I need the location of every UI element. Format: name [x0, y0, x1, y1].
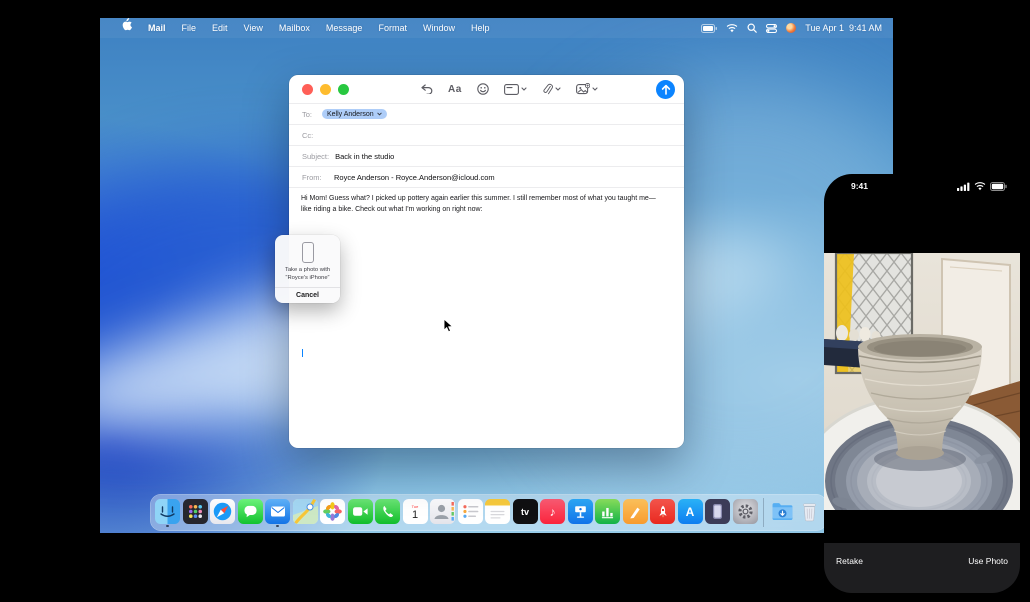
from-value: Royce Anderson - Royce.Anderson@icloud.c… [334, 173, 495, 182]
dock-item-safari[interactable] [210, 499, 235, 526]
dock-item-messages[interactable] [238, 499, 263, 526]
from-label: From: [302, 173, 328, 182]
cellular-signal-icon [957, 182, 970, 191]
appstore-glyph: A [686, 505, 695, 519]
undo-icon[interactable] [421, 84, 433, 94]
iphone-status-bar: 9:41 [824, 180, 1020, 194]
menu-item-app[interactable]: Mail [140, 18, 174, 38]
wifi-icon [974, 182, 986, 191]
dock-item-reminders[interactable] [458, 499, 483, 526]
menu-date[interactable]: Tue Apr 1 [805, 23, 844, 33]
dock-item-trash[interactable] [797, 499, 822, 526]
iphone-outline-icon [302, 242, 314, 263]
menu-item-help[interactable]: Help [463, 18, 498, 38]
apple-menu-icon[interactable] [113, 18, 140, 38]
cancel-button[interactable]: Cancel [275, 288, 340, 303]
menu-item-message[interactable]: Message [318, 18, 371, 38]
insert-photo-button[interactable] [576, 83, 598, 95]
to-field[interactable]: To: Kelly Anderson [289, 104, 684, 125]
dock-item-numbers[interactable] [595, 499, 620, 526]
menu-item-mailbox[interactable]: Mailbox [271, 18, 318, 38]
retake-button[interactable]: Retake [836, 556, 863, 566]
running-indicator [166, 525, 169, 528]
send-button[interactable] [656, 80, 675, 99]
dock-item-notes[interactable] [485, 499, 510, 526]
header-fields-button[interactable] [504, 84, 527, 95]
zoom-button[interactable] [338, 84, 349, 95]
dock-item-downloads[interactable] [770, 499, 795, 526]
calendar-day: 1 [412, 509, 418, 521]
mouse-cursor [443, 318, 454, 339]
dock-item-phone[interactable] [375, 499, 400, 526]
subject-label: Subject: [302, 152, 329, 161]
dock-item-photos[interactable] [320, 499, 345, 526]
menu-item-file[interactable]: File [174, 18, 205, 38]
menu-item-edit[interactable]: Edit [204, 18, 236, 38]
control-center-icon[interactable] [766, 24, 777, 33]
dock-item-maps[interactable] [293, 499, 318, 526]
desktop-wallpaper: Mail File Edit View Mailbox Message Form… [100, 18, 893, 533]
emoji-button[interactable] [477, 83, 489, 95]
window-titlebar: Aa [289, 75, 684, 103]
battery-icon[interactable] [701, 24, 717, 33]
dock-item-keynote[interactable] [568, 499, 593, 526]
camera-photo-pottery [824, 253, 1020, 510]
dock-item-iphone-mirroring[interactable] [705, 499, 730, 526]
message-body-text: Hi Mom! Guess what? I picked up pottery … [289, 188, 669, 221]
dock-item-contacts[interactable] [430, 499, 455, 526]
dock-item-launchpad[interactable] [183, 499, 208, 526]
battery-icon [990, 182, 1007, 191]
mail-compose-window: Aa [289, 75, 684, 448]
dock-item-finder[interactable] [155, 499, 180, 526]
close-button[interactable] [302, 84, 313, 95]
music-note-glyph: ♪ [550, 505, 556, 519]
dock-item-settings[interactable] [733, 499, 758, 526]
dock-item-mail[interactable] [265, 499, 290, 526]
dock-separator [763, 498, 764, 527]
from-field[interactable]: From: Royce Anderson - Royce.Anderson@ic… [289, 167, 684, 188]
search-icon[interactable] [747, 23, 757, 33]
cc-label: Cc: [302, 131, 316, 140]
dock: Tue 1 tv ♪ [150, 494, 827, 531]
dock-item-calendar[interactable]: Tue 1 [403, 499, 428, 526]
dock-item-music[interactable]: ♪ [540, 499, 565, 526]
dock-item-appstore[interactable]: A [678, 499, 703, 526]
camera-action-bar: Retake Use Photo [824, 543, 1020, 593]
wifi-icon[interactable] [726, 24, 738, 33]
to-label: To: [302, 110, 316, 119]
dock-item-tv[interactable]: tv [513, 499, 538, 526]
message-body-area[interactable]: Hi Mom! Guess what? I picked up pottery … [289, 188, 684, 221]
recipient-token[interactable]: Kelly Anderson [322, 109, 387, 119]
format-button[interactable]: Aa [448, 84, 462, 95]
continuity-camera-popover: Take a photo with “Royce's iPhone” Cance… [275, 235, 340, 303]
popover-line1: Take a photo with [285, 267, 330, 275]
subject-value: Back in the studio [335, 152, 394, 161]
subject-field[interactable]: Subject: Back in the studio [289, 146, 684, 167]
menu-item-view[interactable]: View [236, 18, 271, 38]
use-photo-button[interactable]: Use Photo [968, 556, 1008, 566]
user-avatar[interactable] [786, 23, 796, 33]
cc-field[interactable]: Cc: [289, 125, 684, 146]
recipient-name: Kelly Anderson [327, 111, 374, 118]
dock-item-facetime[interactable] [348, 499, 373, 526]
iphone-camera-screen: 9:41 [824, 174, 1020, 593]
screen: Mail File Edit View Mailbox Message Form… [0, 0, 1030, 602]
text-caret [302, 349, 303, 357]
iphone-clock: 9:41 [851, 181, 868, 191]
minimize-button[interactable] [320, 84, 331, 95]
tv-glyph: tv [521, 507, 529, 517]
menu-time[interactable]: 9:41 AM [849, 23, 882, 33]
running-indicator [276, 525, 279, 528]
popover-line2: “Royce's iPhone” [285, 275, 330, 283]
dock-item-pages[interactable] [623, 499, 648, 526]
menu-item-window[interactable]: Window [415, 18, 463, 38]
menu-bar: Mail File Edit View Mailbox Message Form… [100, 18, 893, 38]
attach-button[interactable] [542, 83, 561, 96]
dock-item-rocket[interactable] [650, 499, 675, 526]
menu-item-format[interactable]: Format [370, 18, 415, 38]
popover-message: Take a photo with “Royce's iPhone” [285, 267, 330, 283]
